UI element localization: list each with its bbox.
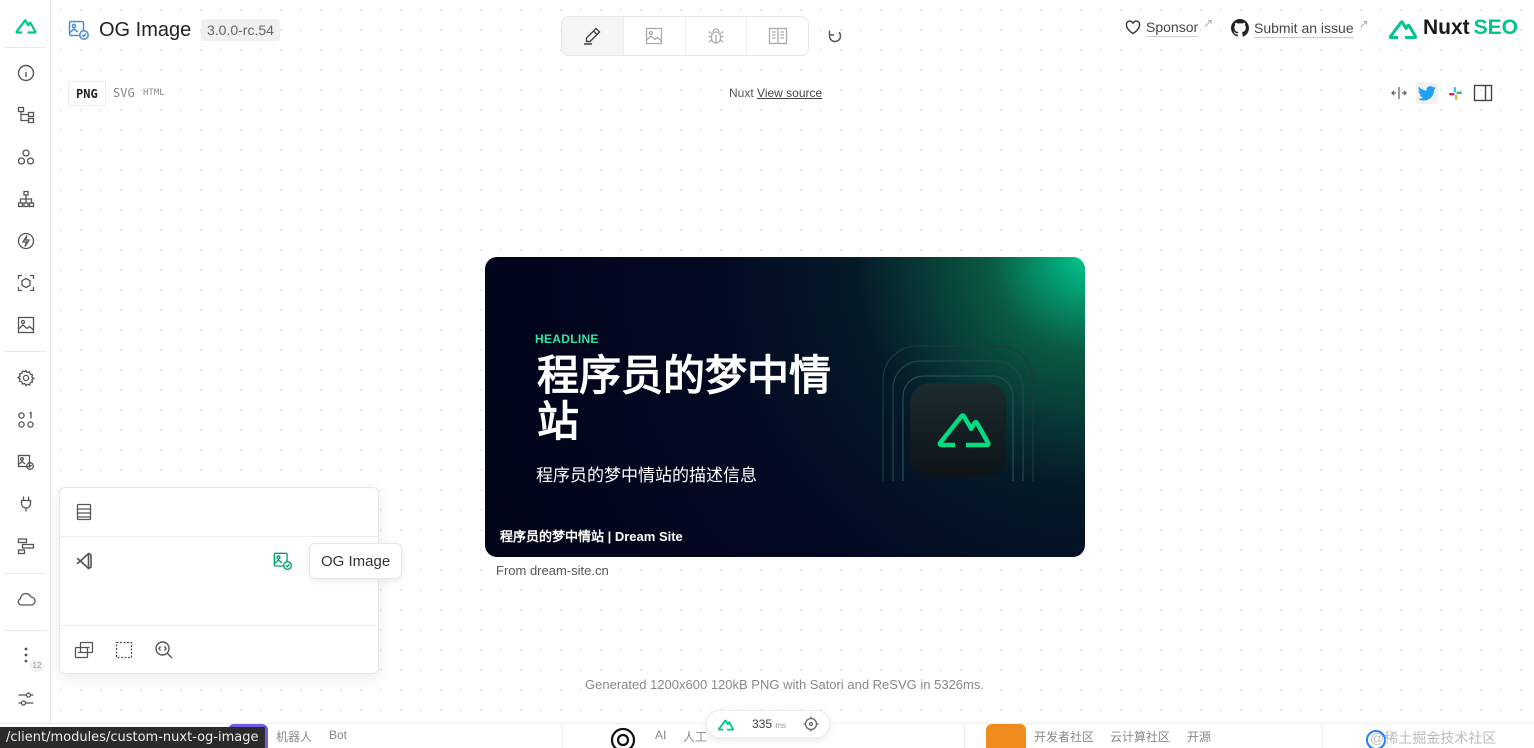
sidebar-divider <box>4 630 46 631</box>
nuxt-logo-graphic-icon <box>882 345 1034 481</box>
og-image-icon[interactable] <box>272 550 294 572</box>
sponsor-link[interactable]: Sponsor ↗ <box>1125 16 1214 35</box>
slack-icon[interactable] <box>1444 82 1466 104</box>
devtools-popup <box>59 487 379 674</box>
sidebar-divider <box>4 573 46 574</box>
nuxt-logo-icon <box>717 719 735 731</box>
refresh-icon[interactable] <box>823 24 847 48</box>
og-image-icon <box>68 19 90 41</box>
strip-divider <box>964 724 965 748</box>
component-inspector-icon[interactable] <box>73 639 95 661</box>
brand-nuxt: Nuxt <box>1423 16 1470 39</box>
render-time-unit: ms <box>775 721 787 730</box>
format-png-button[interactable]: PNG <box>68 81 106 106</box>
render-time: 335 ms <box>752 717 786 731</box>
devtools-sidebar: 12 <box>0 0 51 723</box>
format-html-button[interactable]: HTML <box>136 81 172 106</box>
sidebar-count-badge: 12 <box>30 660 44 672</box>
og-image-preview: HEADLINE 程序员的梦中情站 程序员的梦中情站的描述信息 程序员的梦中情站… <box>485 257 1085 557</box>
settings-icon[interactable] <box>13 365 39 391</box>
github-icon <box>1231 19 1249 37</box>
brand-seo: SEO <box>1473 16 1519 39</box>
submit-issue-label: Submit an issue <box>1254 20 1354 36</box>
pen-icon <box>584 27 601 45</box>
version-badge: 3.0.0-rc.54 <box>201 19 280 41</box>
sidebar-divider <box>4 47 46 48</box>
strip-text-d: 人工 <box>683 730 708 744</box>
app-root: 12 OG Image 3.0.0-rc.54 Sponsor ↗ Submit… <box>0 0 1534 748</box>
popup-header-row <box>60 488 378 537</box>
source-prefix: Nuxt <box>729 86 754 100</box>
heart-icon <box>1125 19 1141 34</box>
popup-footer <box>60 625 378 673</box>
plug-icon[interactable] <box>13 491 39 517</box>
og-description: 程序员的梦中情站的描述信息 <box>536 466 757 485</box>
view-source-link[interactable]: View source <box>757 86 822 100</box>
timeline-icon[interactable] <box>13 533 39 559</box>
list-icon[interactable] <box>73 501 95 523</box>
aliyun-logo-icon <box>986 724 1026 748</box>
components-icon[interactable] <box>13 144 39 170</box>
nuxt-seo-brand[interactable]: Nuxt SEO <box>1387 16 1518 40</box>
twitter-icon[interactable] <box>1416 82 1438 104</box>
generation-info: Generated 1200x600 120kB PNG with Satori… <box>585 677 984 692</box>
lightning-icon[interactable] <box>13 228 39 254</box>
image-icon <box>645 27 663 45</box>
scan-icon[interactable] <box>13 270 39 296</box>
resize-icon[interactable] <box>1388 82 1410 104</box>
sliders-icon[interactable] <box>13 686 39 712</box>
tab-debug[interactable] <box>686 17 748 55</box>
tab-templates[interactable] <box>624 17 686 55</box>
strip-divider <box>1322 724 1323 748</box>
sponsor-label: Sponsor <box>1146 19 1199 35</box>
page-title: OG Image <box>99 19 192 41</box>
components-tree-icon[interactable] <box>13 102 39 128</box>
strip-text-h: @稀土掘金技术社区 <box>1370 730 1497 746</box>
submit-issue-link[interactable]: Submit an issue ↗ <box>1231 17 1369 37</box>
tab-docs[interactable] <box>747 17 808 55</box>
strip-text-a: 机器人 <box>276 730 313 744</box>
render-time-value: 335 <box>751 717 772 731</box>
strip-text-g: 开源 <box>1187 730 1212 744</box>
preview-tools <box>1388 82 1494 104</box>
top-bar: OG Image 3.0.0-rc.54 Sponsor ↗ Submit an… <box>51 0 1534 70</box>
info-icon[interactable] <box>13 60 39 86</box>
search-code-icon[interactable] <box>153 639 175 661</box>
strip-text-c: AI <box>655 728 667 742</box>
sidebar-divider <box>4 351 46 352</box>
view-source: Nuxt View source <box>729 86 822 100</box>
status-bar-url: /client/modules/custom-nuxt-og-image <box>0 727 265 748</box>
og-headline: HEADLINE <box>535 332 599 346</box>
crosshair-icon <box>803 716 819 732</box>
external-link-icon: ↗ <box>1203 16 1214 30</box>
og-from-domain: From dream-site.cn <box>496 563 609 578</box>
sidebar-toggle-icon[interactable] <box>1472 82 1494 104</box>
og-image-icon[interactable] <box>13 449 39 475</box>
og-image-tooltip: OG Image <box>309 543 403 579</box>
external-link-icon: ↗ <box>1358 17 1369 31</box>
vscode-icon[interactable] <box>73 550 95 572</box>
strip-divider <box>562 724 563 748</box>
nuxt-seo-logo-icon <box>1388 20 1418 39</box>
strip-text-f: 云计算社区 <box>1110 730 1171 744</box>
nuxt-logo-icon[interactable] <box>13 12 39 38</box>
og-site-name: 程序员的梦中情站 | Dream Site <box>500 529 683 544</box>
hierarchy-icon[interactable] <box>13 186 39 212</box>
devtools-floating-bar[interactable]: 335 ms <box>706 710 830 738</box>
book-icon <box>768 27 787 45</box>
openai-logo-icon <box>608 724 644 748</box>
image-icon[interactable] <box>13 312 39 338</box>
og-title: 程序员的梦中情站 <box>537 352 832 445</box>
view-tabs <box>561 16 809 56</box>
strip-text-b: Bot <box>329 728 348 742</box>
select-area-icon[interactable] <box>113 639 135 661</box>
bug-icon <box>708 28 724 44</box>
tab-design[interactable] <box>562 17 624 55</box>
modules-icon[interactable] <box>13 407 39 433</box>
cloud-icon[interactable] <box>13 586 39 612</box>
strip-text-e: 开发者社区 <box>1034 730 1095 744</box>
